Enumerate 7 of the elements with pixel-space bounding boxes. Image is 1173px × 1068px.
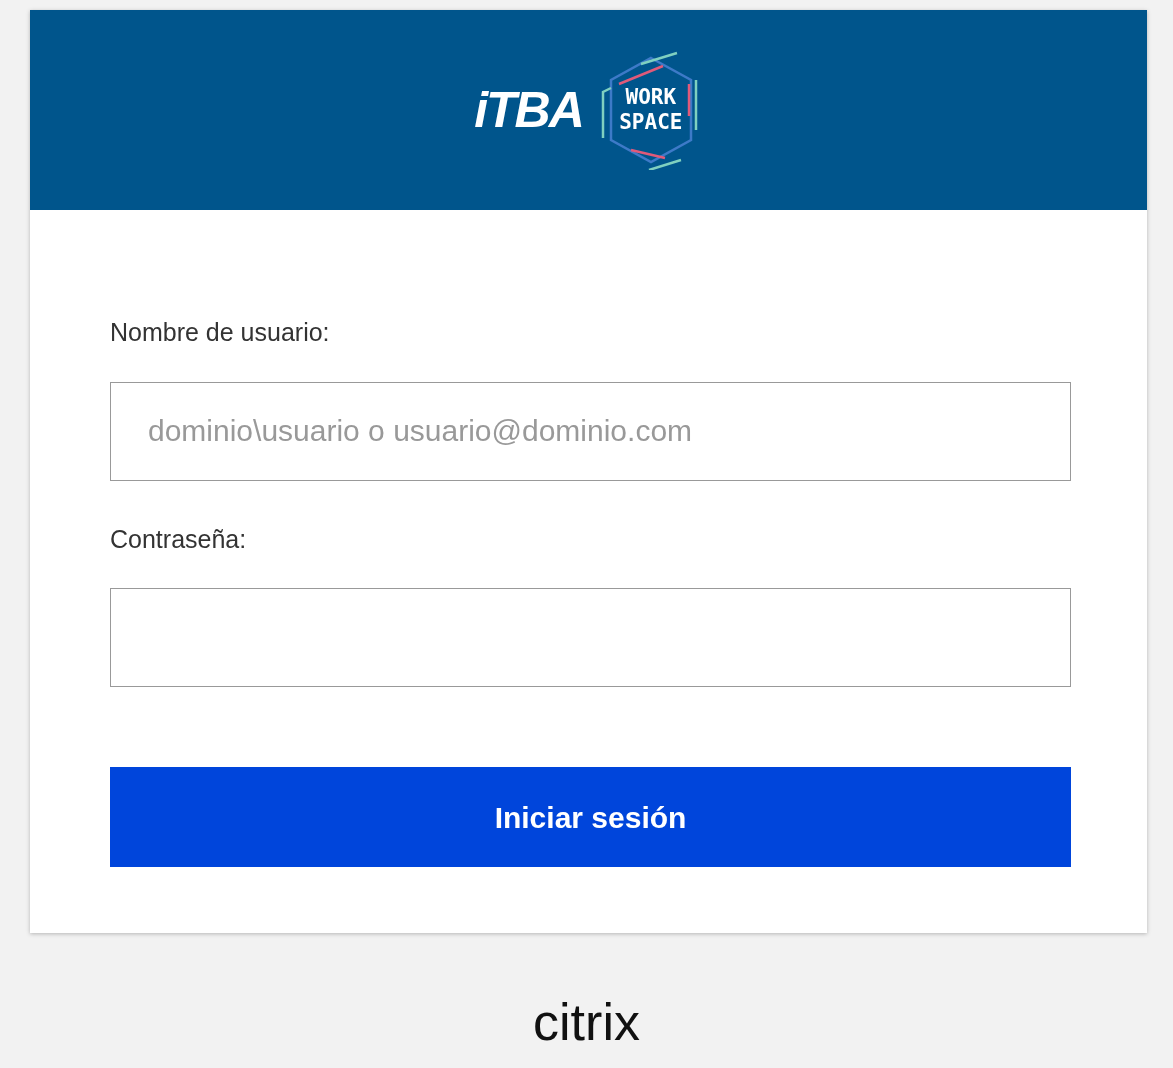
- sign-in-button[interactable]: Iniciar sesión: [110, 767, 1071, 867]
- brand-logo-text: citrix: [533, 995, 640, 1050]
- field-label: Nombre de usuario:: [110, 317, 330, 348]
- field-label: Contraseña:: [110, 523, 247, 555]
- password-field[interactable]: [110, 588, 1071, 687]
- logo-text: iTBA: [474, 85, 583, 135]
- username-field[interactable]: dominio\usuario o usuario@dominio.com: [110, 381, 1071, 481]
